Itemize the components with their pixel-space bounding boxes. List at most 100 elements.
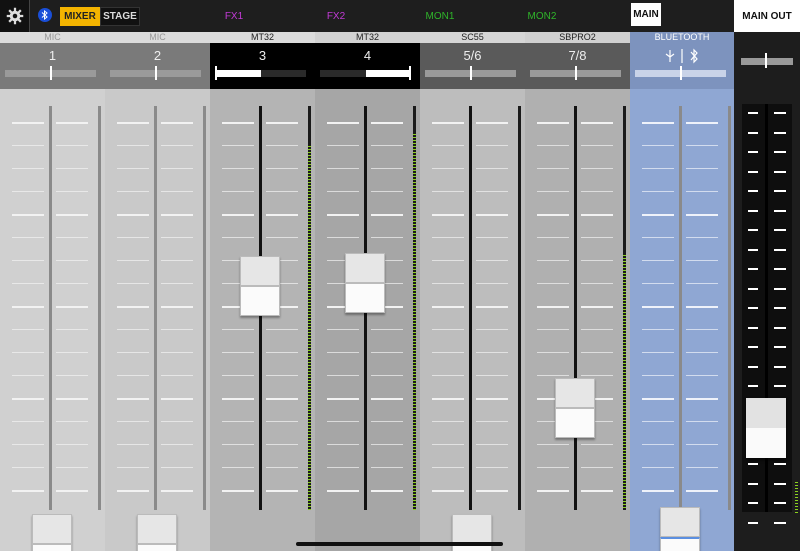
fader-knob[interactable] [32,514,72,551]
fader-scale-tick [266,214,298,216]
fader-scale-tick [642,329,674,330]
fader-scale-tick [12,421,44,422]
fader-scale-tick [476,329,508,330]
fader-scale-tick [327,421,359,422]
pan-knob[interactable] [469,66,472,80]
channel-strip-7: BLUETOOTH MUTE [630,32,734,551]
channel-source-label: SBPRO2 [525,32,630,43]
pan-knob[interactable] [215,66,217,80]
channel-header[interactable] [630,43,734,89]
main-send-button[interactable]: MAIN [631,3,661,26]
settings-button[interactable] [0,0,30,32]
fader-scale-tick [476,283,508,284]
fader-scale-tick [117,306,149,308]
pan-slider[interactable] [215,66,306,80]
fader-scale-tick [222,375,254,376]
fader-scale-tick [12,329,44,330]
fader-scale-tick [476,467,508,468]
fader-scale-tick [537,122,569,124]
channel-header[interactable]: 5/6 [420,43,525,89]
fader-area: MUTE [525,89,630,551]
fader-scale-tick [327,237,359,238]
fader-scale-tick [686,490,718,492]
pan-slider[interactable] [635,66,726,80]
fader-scale-tick [642,352,674,353]
fader-scale-tick [432,306,464,308]
fader-scale-tick [117,237,149,238]
pan-knob[interactable] [574,66,577,80]
fader-scale-tick [581,467,613,468]
fader-track[interactable] [574,106,577,510]
main-out-balance[interactable] [741,58,793,65]
fader-knob[interactable] [137,514,177,551]
fader-scale-tick [266,122,298,124]
fader-scale-tick [432,191,464,192]
fader-area: MUTE [420,89,525,551]
channel-header[interactable]: 3 [210,43,315,89]
fader-scale-tick [117,444,149,445]
main-out-scale-tick [774,502,786,504]
pan-knob[interactable] [679,66,682,80]
pan-slider[interactable] [5,66,96,80]
send-tab-fx1[interactable]: FX1 [210,0,258,32]
level-meter [413,106,416,510]
bluetooth-status-icon[interactable] [38,8,52,22]
fader-scale-tick [161,122,193,124]
main-out-scale-tick [748,229,758,231]
pan-slider[interactable] [425,66,516,80]
send-tab-fx2[interactable]: FX2 [312,0,360,32]
fader-area: MUTE [315,89,420,551]
fader-scale-tick [642,283,674,284]
fader-scale-tick [222,168,254,169]
fader-scale-tick [56,214,88,216]
pan-slider[interactable] [320,66,411,80]
fader-scale-tick [222,421,254,422]
fader-scale-tick [12,214,44,216]
fader-scale-tick [56,375,88,376]
fader-scale-tick [432,214,464,216]
main-out-scale-tick [748,131,758,134]
fader-knob[interactable] [660,506,700,551]
fader-scale-tick [266,145,298,146]
fader-scale-tick [432,260,464,261]
pan-slider[interactable] [530,66,621,80]
fader-track[interactable] [679,106,682,510]
send-tab-mon1[interactable]: MON1 [412,0,468,32]
send-tab-mon2[interactable]: MON2 [514,0,570,32]
fader-scale-tick [642,490,674,492]
pan-knob[interactable] [49,66,52,80]
stage-mode-button[interactable]: STAGE [100,7,140,26]
mixer-mode-button[interactable]: MIXER [60,7,100,26]
fader-track[interactable] [469,106,472,510]
main-out-balance-knob[interactable] [765,53,767,68]
pan-knob[interactable] [409,66,411,80]
fader-scale-tick [581,214,613,216]
fader-knob[interactable] [345,252,385,313]
main-out-scale-tick [774,268,786,270]
channel-header[interactable]: 2 [105,43,210,89]
fader-scale-tick [222,122,254,124]
pan-slider[interactable] [110,66,201,80]
main-out-scale-tick [748,170,758,173]
mixer-app: MIXER STAGE FX1 FX2 MON1 MON2 MAIN MAIN OUT… [0,0,800,551]
main-out-fader-knob[interactable] [746,398,786,459]
channel-source-label: MIC [105,32,210,43]
channel-header[interactable]: 7/8 [525,43,630,89]
channel-header[interactable]: 4 [315,43,420,89]
fader-scale-tick [12,352,44,353]
fader-scale-tick [476,375,508,376]
fader-knob[interactable] [240,256,280,317]
pan-knob[interactable] [154,66,157,80]
fader-track[interactable] [49,106,52,510]
fader-track[interactable] [154,106,157,510]
fader-scale-tick [327,467,359,468]
fader-scale-tick [371,352,403,353]
main-out-scale-tick [748,307,758,309]
fader-knob[interactable] [555,377,595,438]
fader-scale-tick [371,214,403,216]
fader-scale-tick [476,421,508,422]
fader-scale-tick [266,329,298,330]
channel-header[interactable]: 1 [0,43,105,89]
main-out-scale-tick [748,346,758,348]
main-out-scale-tick [774,190,786,192]
